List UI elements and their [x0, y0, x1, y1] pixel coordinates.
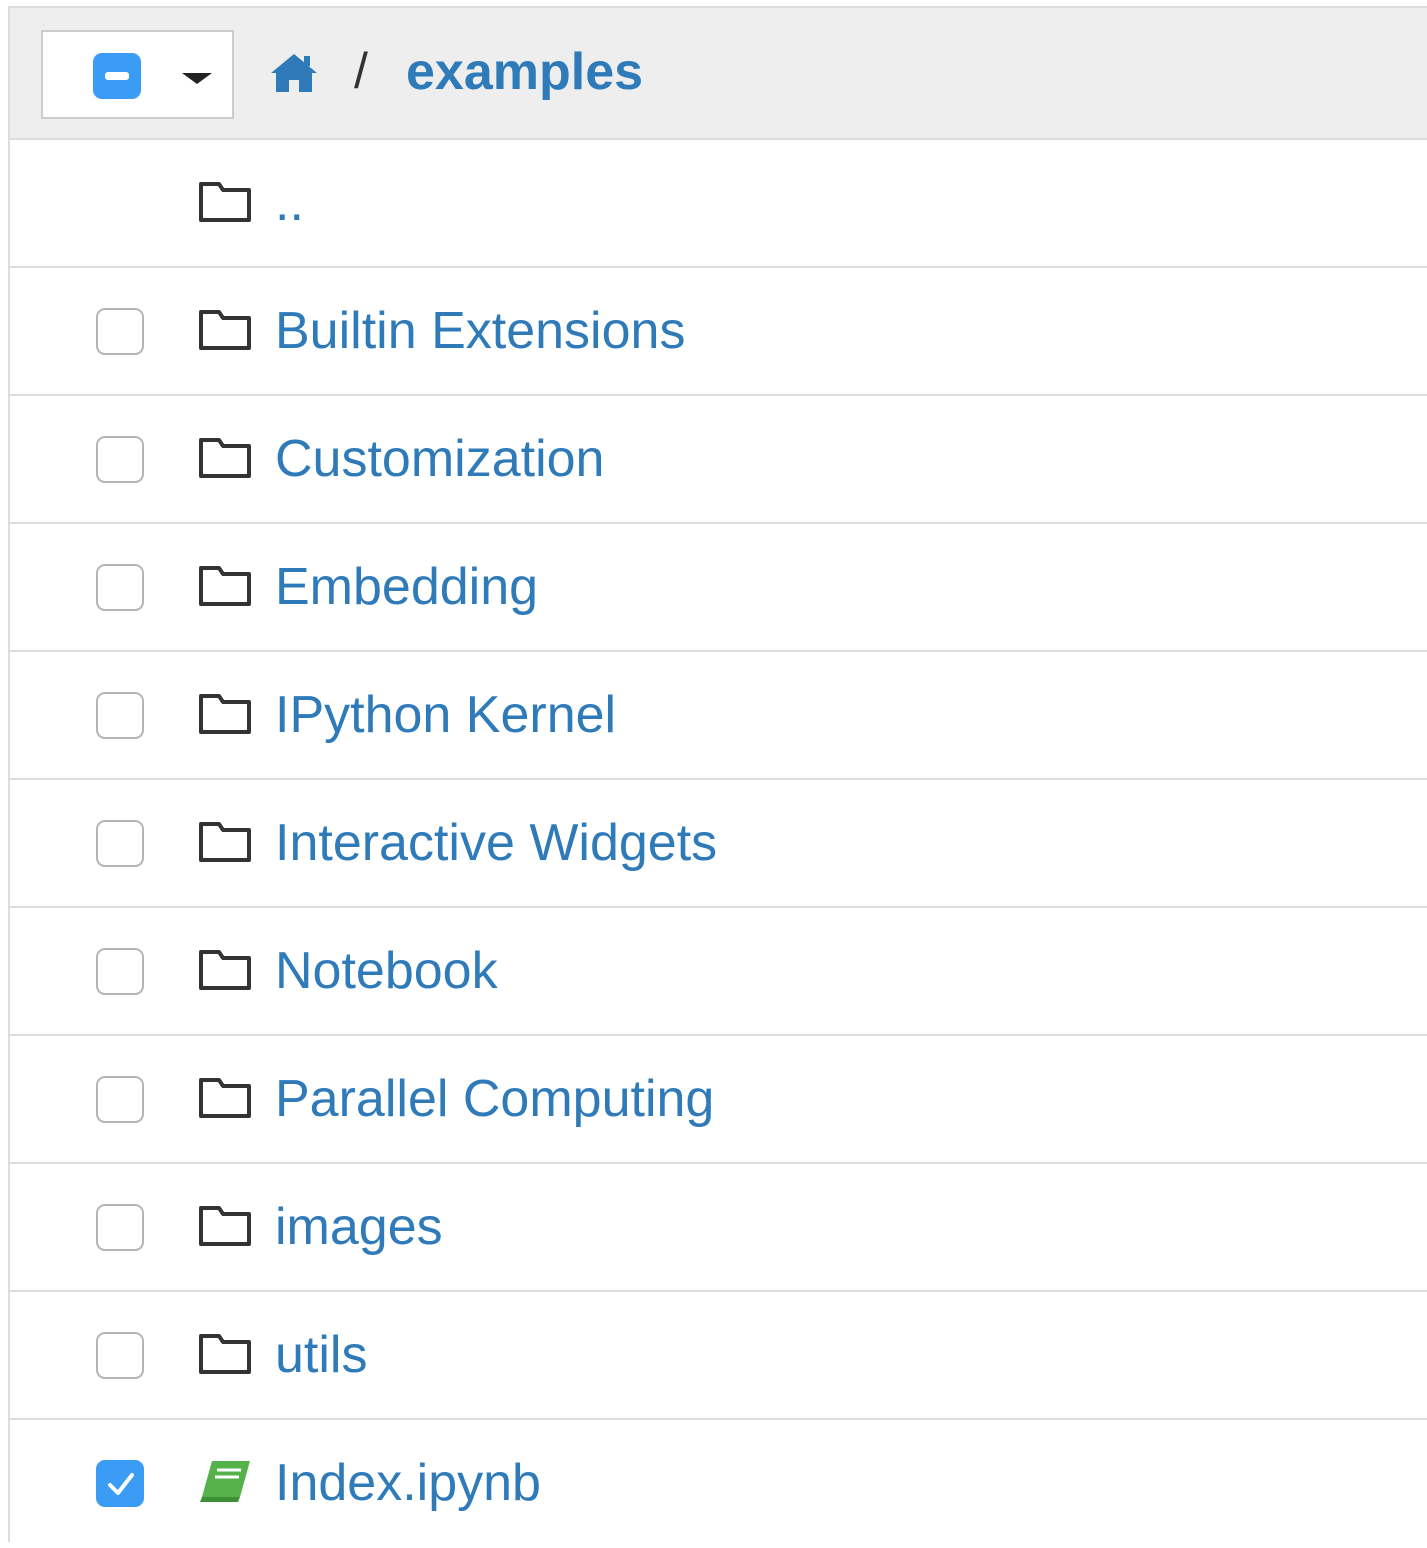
folder-icon — [198, 306, 252, 352]
folder-icon — [198, 178, 252, 224]
folder-link[interactable]: .. — [275, 172, 304, 234]
file-list: .. Builtin Extensions Customization Embeddi… — [10, 140, 1427, 1548]
row-checkbox[interactable] — [96, 1332, 144, 1379]
folder-link[interactable]: images — [275, 1196, 443, 1258]
folder-link[interactable]: Interactive Widgets — [275, 812, 717, 874]
folder-link[interactable]: Notebook — [275, 940, 498, 1002]
file-browser-panel: / examples .. Builtin Extensions Customiza… — [8, 6, 1427, 1542]
list-item[interactable]: Notebook — [10, 908, 1427, 1036]
file-list-header: / examples — [10, 8, 1427, 140]
folder-link[interactable]: Builtin Extensions — [275, 300, 685, 362]
notebook-link[interactable]: Index.ipynb — [275, 1452, 541, 1514]
caret-down-icon[interactable] — [182, 73, 212, 84]
folder-icon — [198, 1074, 252, 1120]
row-checkbox[interactable] — [96, 820, 144, 867]
folder-icon — [198, 1202, 252, 1248]
folder-link[interactable]: Parallel Computing — [275, 1068, 714, 1130]
folder-icon — [198, 1330, 252, 1376]
folder-icon — [198, 818, 252, 864]
folder-icon — [198, 946, 252, 992]
breadcrumb-current[interactable]: examples — [406, 41, 643, 103]
row-checkbox[interactable] — [96, 1076, 144, 1123]
folder-link[interactable]: utils — [275, 1324, 367, 1386]
folder-icon — [198, 562, 252, 608]
list-item[interactable]: .. — [10, 140, 1427, 268]
list-item[interactable]: IPython Kernel — [10, 652, 1427, 780]
select-all-dropdown[interactable] — [41, 30, 234, 119]
folder-link[interactable]: IPython Kernel — [275, 684, 616, 746]
row-checkbox[interactable] — [96, 948, 144, 995]
folder-icon — [198, 434, 252, 480]
list-item[interactable]: Index.ipynb — [10, 1420, 1427, 1548]
folder-icon — [198, 690, 252, 736]
list-item[interactable]: images — [10, 1164, 1427, 1292]
list-item[interactable]: Customization — [10, 396, 1427, 524]
list-item[interactable]: Interactive Widgets — [10, 780, 1427, 908]
folder-link[interactable]: Embedding — [275, 556, 538, 618]
row-checkbox[interactable] — [96, 564, 144, 611]
list-item[interactable]: Parallel Computing — [10, 1036, 1427, 1164]
row-checkbox[interactable] — [96, 692, 144, 739]
list-item[interactable]: Embedding — [10, 524, 1427, 652]
breadcrumb-separator: / — [354, 43, 368, 99]
folder-link[interactable]: Customization — [275, 428, 604, 490]
row-checkbox[interactable] — [96, 1204, 144, 1251]
row-checkbox-checked[interactable] — [96, 1460, 144, 1507]
minus-icon[interactable] — [93, 53, 141, 99]
list-item[interactable]: Builtin Extensions — [10, 268, 1427, 396]
row-checkbox[interactable] — [96, 436, 144, 483]
home-icon[interactable] — [269, 52, 319, 94]
list-item[interactable]: utils — [10, 1292, 1427, 1420]
book-icon — [198, 1458, 252, 1504]
row-checkbox[interactable] — [96, 308, 144, 355]
